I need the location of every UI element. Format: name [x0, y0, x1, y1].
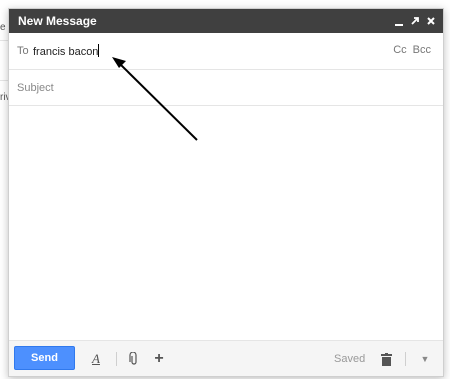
to-input-value: francis bacon [33, 46, 99, 58]
send-button[interactable]: Send [14, 346, 75, 370]
popout-icon[interactable] [409, 14, 421, 28]
more-options-plus-icon[interactable]: + [153, 350, 165, 368]
subject-input[interactable]: Subject [17, 82, 54, 94]
to-field-row[interactable]: To francis bacon Cc Bcc [9, 33, 443, 70]
cc-link[interactable]: Cc [393, 44, 406, 56]
compose-window: New Message To francis bacon Cc Bcc Subj… [8, 8, 444, 377]
cc-bcc-links: Cc Bcc [393, 44, 431, 56]
bcc-link[interactable]: Bcc [413, 44, 431, 56]
trash-icon[interactable] [380, 350, 392, 368]
attach-icon[interactable] [128, 350, 140, 368]
message-body[interactable] [9, 106, 443, 339]
formatting-icon[interactable]: A [89, 350, 103, 368]
toolbar-divider [405, 352, 406, 366]
text-cursor [98, 44, 100, 57]
chevron-down-icon[interactable]: ▼ [419, 350, 431, 368]
to-input[interactable]: francis bacon [33, 44, 100, 58]
screen: e riv New Message To francis bacon [0, 0, 450, 379]
compose-title: New Message [18, 14, 97, 28]
saved-status: Saved [334, 353, 366, 365]
to-label: To [17, 45, 29, 57]
window-controls [393, 11, 437, 31]
subject-field-row[interactable]: Subject [9, 70, 443, 106]
background-text: e [0, 22, 6, 33]
close-icon[interactable] [425, 14, 437, 28]
compose-toolbar: Send A + Saved ▼ [9, 340, 443, 376]
compose-titlebar[interactable]: New Message [9, 9, 443, 33]
toolbar-divider [116, 352, 117, 366]
minimize-icon[interactable] [393, 14, 405, 28]
